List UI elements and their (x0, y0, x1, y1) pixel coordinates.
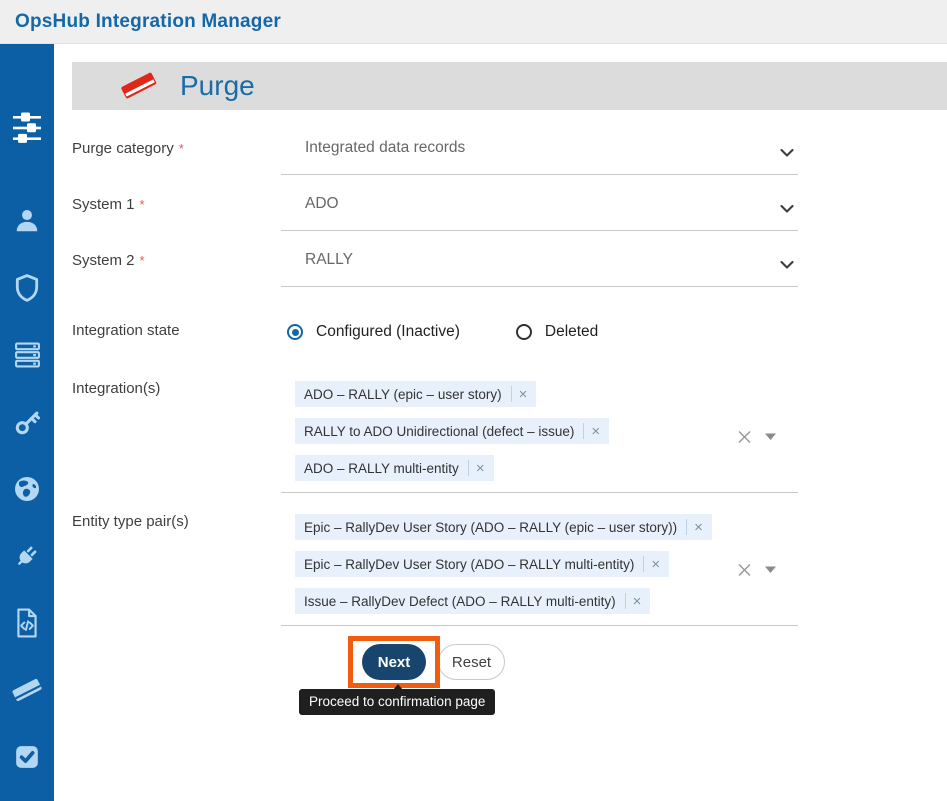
purge-category-value: Integrated data records (305, 139, 465, 157)
entity-pair-chip: Epic – RallyDev User Story (ADO – RALLY … (295, 551, 669, 577)
chip-remove-icon[interactable]: × (591, 425, 600, 438)
actions-row: Next Reset Proceed to confirmation page (72, 636, 798, 748)
eraser-icon (12, 677, 42, 708)
system-1-value: ADO (305, 195, 339, 213)
globe-icon (13, 475, 41, 508)
sidebar-item-systems[interactable] (0, 324, 54, 391)
sidebar-item-global[interactable] (0, 458, 54, 525)
servers-icon (14, 342, 41, 373)
sliders-icon (12, 112, 42, 149)
system-2-select[interactable]: RALLY (281, 249, 798, 287)
radio-unselected-icon[interactable] (516, 324, 532, 340)
integration-chip: RALLY to ADO Unidirectional (defect – is… (295, 418, 609, 444)
chip-remove-icon[interactable]: × (651, 558, 660, 571)
radio-configured-inactive[interactable]: Configured (Inactive) (287, 323, 460, 341)
sidebar-item-connections[interactable] (0, 525, 54, 592)
purge-category-row: Purge category* Integrated data records (72, 137, 798, 175)
radio-label: Deleted (545, 323, 598, 341)
radio-deleted[interactable]: Deleted (516, 323, 598, 341)
plug-icon (13, 542, 41, 575)
radio-selected-icon[interactable] (287, 324, 303, 340)
integration-state-row: Integration state Configured (Inactive) … (72, 319, 798, 341)
sidebar-item-configuration[interactable] (0, 88, 54, 172)
purge-category-label: Purge category* (72, 137, 281, 175)
chevron-down-icon (780, 200, 794, 218)
entity-type-pairs-multiselect[interactable]: Epic – RallyDev User Story (ADO – RALLY … (281, 514, 798, 626)
entity-type-pairs-row: Entity type pair(s) Epic – RallyDev User… (72, 510, 798, 626)
integration-chip: ADO – RALLY multi-entity × (295, 455, 494, 481)
sidebar (0, 44, 54, 801)
reset-button[interactable]: Reset (438, 644, 505, 680)
page-banner: Purge (72, 62, 947, 110)
sidebar-item-credentials[interactable] (0, 391, 54, 458)
required-marker: * (140, 253, 145, 268)
code-file-icon (14, 608, 40, 643)
eraser-icon (120, 71, 158, 101)
integration-chip: ADO – RALLY (epic – user story) × (295, 381, 536, 407)
main-content: Purge Purge category* Integrated data re… (54, 44, 947, 748)
sidebar-item-users[interactable] (0, 190, 54, 257)
key-icon (14, 409, 41, 441)
clear-selection-icon[interactable] (737, 562, 752, 577)
clear-selection-icon[interactable] (737, 429, 752, 444)
system-1-select[interactable]: ADO (281, 193, 798, 231)
sidebar-item-purge[interactable] (0, 659, 54, 726)
system-2-row: System 2* RALLY (72, 249, 798, 287)
system-1-row: System 1* ADO (72, 193, 798, 231)
integration-state-label: Integration state (72, 319, 281, 341)
next-button[interactable]: Next (362, 644, 426, 680)
annotation-highlight-box: Next (348, 636, 440, 688)
required-marker: * (140, 197, 145, 212)
system-1-label: System 1* (72, 193, 281, 231)
purge-category-select[interactable]: Integrated data records (281, 137, 798, 175)
chip-remove-icon[interactable]: × (633, 595, 642, 608)
integrations-multiselect[interactable]: ADO – RALLY (epic – user story) × RALLY … (281, 381, 798, 493)
next-button-tooltip: Proceed to confirmation page (299, 689, 495, 715)
system-2-value: RALLY (305, 251, 353, 269)
app-header: OpsHub Integration Manager (0, 0, 947, 44)
shield-icon (14, 274, 40, 307)
chip-remove-icon[interactable]: × (519, 388, 528, 401)
dropdown-caret-icon[interactable] (765, 566, 776, 573)
required-marker: * (179, 141, 184, 156)
chip-remove-icon[interactable]: × (694, 521, 703, 534)
integrations-label: Integration(s) (72, 377, 281, 493)
user-icon (14, 208, 40, 239)
chip-remove-icon[interactable]: × (476, 462, 485, 475)
sidebar-item-security[interactable] (0, 257, 54, 324)
page-title: Purge (180, 70, 255, 102)
check-square-icon (14, 744, 40, 775)
sidebar-item-scripts[interactable] (0, 592, 54, 659)
radio-label: Configured (Inactive) (316, 323, 460, 341)
app-title: OpsHub Integration Manager (15, 11, 281, 33)
system-2-label: System 2* (72, 249, 281, 287)
integrations-row: Integration(s) ADO – RALLY (epic – user … (72, 377, 798, 493)
chevron-down-icon (780, 256, 794, 274)
purge-form: Purge category* Integrated data records … (72, 137, 798, 748)
sidebar-item-approvals[interactable] (0, 726, 54, 793)
entity-pair-chip: Epic – RallyDev User Story (ADO – RALLY … (295, 514, 712, 540)
chevron-down-icon (780, 144, 794, 162)
entity-pair-chip: Issue – RallyDev Defect (ADO – RALLY mul… (295, 588, 650, 614)
entity-type-pairs-label: Entity type pair(s) (72, 510, 281, 626)
dropdown-caret-icon[interactable] (765, 433, 776, 440)
